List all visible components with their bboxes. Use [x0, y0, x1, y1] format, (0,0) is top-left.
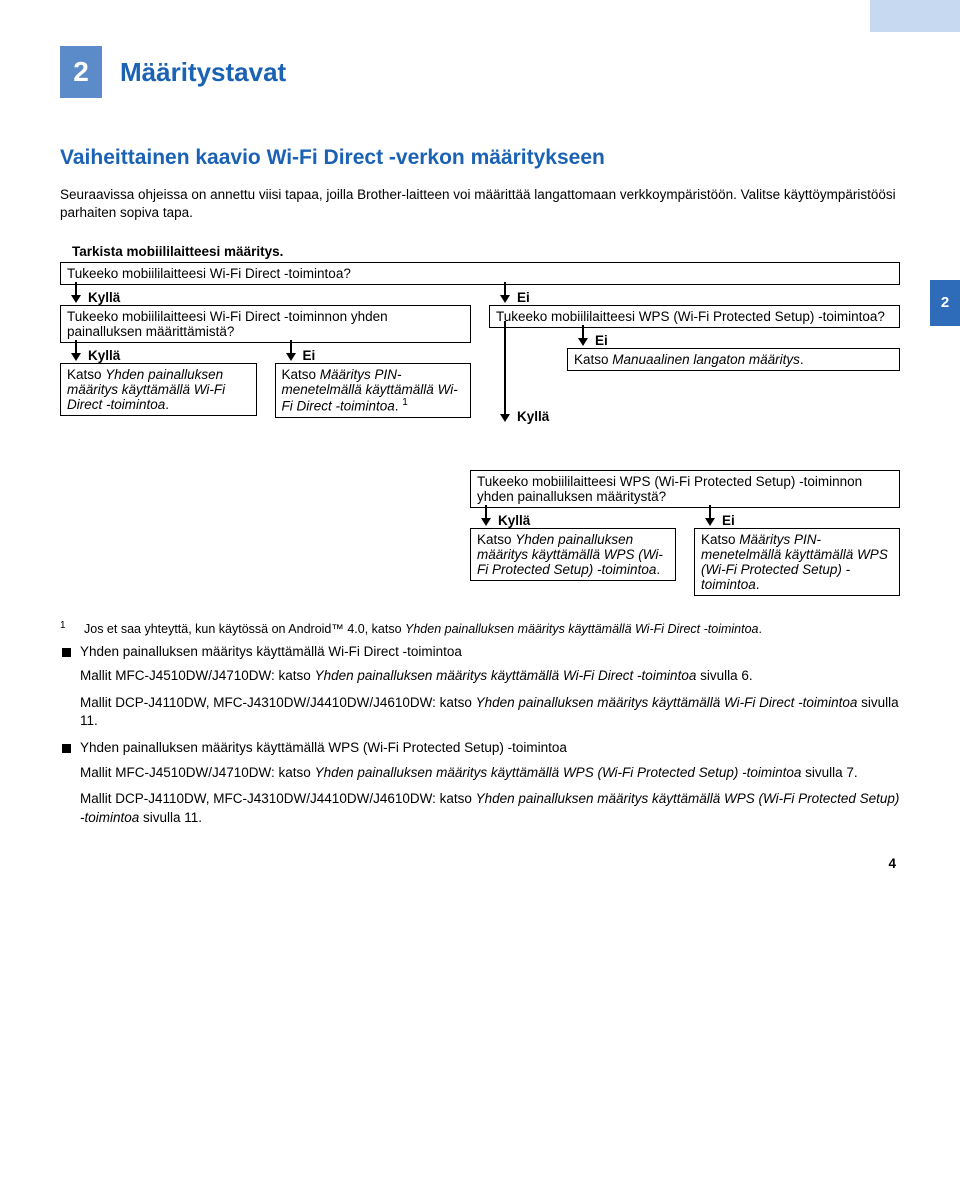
- bullet-2-sub-1: Mallit MFC-J4510DW/J4710DW: katso Yhden …: [60, 764, 900, 783]
- intro-paragraph: Seuraavissa ohjeissa on annettu viisi ta…: [60, 186, 900, 222]
- top-band: [0, 0, 960, 32]
- flow-a5: Katso Määritys PIN-menetelmällä käyttämä…: [694, 528, 900, 596]
- section-title: Vaiheittainen kaavio Wi-Fi Direct -verko…: [60, 146, 900, 170]
- arrow-no: Ei: [708, 508, 900, 528]
- flow-a3: Katso Manuaalinen langaton määritys.: [567, 348, 900, 371]
- bullet-1: Yhden painalluksen määritys käyttämällä …: [60, 643, 900, 662]
- flow-q3: Tukeeko mobiililaitteesi WPS (Wi-Fi Prot…: [489, 305, 900, 328]
- flow-check-label: Tarkista mobiililaitteesi määritys.: [72, 244, 900, 259]
- flow-a4: Katso Yhden painalluksen määritys käyttä…: [470, 528, 676, 581]
- flow-q1: Tukeeko mobiililaitteesi Wi-Fi Direct -t…: [60, 262, 900, 285]
- arrow-yes: Kyllä: [74, 343, 257, 363]
- arrow-no: Ei: [503, 285, 900, 305]
- flowchart: Tarkista mobiililaitteesi määritys. Tuke…: [60, 244, 900, 596]
- arrow-yes: Kyllä: [74, 285, 471, 305]
- chapter-number-badge: 2: [60, 46, 102, 98]
- arrow-no: Ei: [581, 328, 900, 348]
- bullet-list: Yhden painalluksen määritys käyttämällä …: [60, 643, 900, 828]
- flow-lower: Tukeeko mobiililaitteesi WPS (Wi-Fi Prot…: [60, 470, 900, 596]
- chapter-title: Määritystavat: [120, 57, 286, 88]
- arrow-yes-tall: Kyllä: [503, 324, 549, 424]
- bullet-2: Yhden painalluksen määritys käyttämällä …: [60, 739, 900, 758]
- arrow-no: Ei: [289, 343, 472, 363]
- bullet-2-sub-2: Mallit DCP-J4110DW, MFC-J4310DW/J4410DW/…: [60, 790, 900, 827]
- bullet-1-sub-1: Mallit MFC-J4510DW/J4710DW: katso Yhden …: [60, 667, 900, 686]
- page-number: 4: [60, 856, 900, 871]
- bullet-1-sub-2: Mallit DCP-J4110DW, MFC-J4310DW/J4410DW/…: [60, 694, 900, 731]
- footnote-1: 1Jos et saa yhteyttä, kun käytössä on An…: [60, 620, 900, 636]
- flow-a1: Katso Yhden painalluksen määritys käyttä…: [60, 363, 257, 416]
- flow-a2: Katso Määritys PIN-menetelmällä käyttämä…: [275, 363, 472, 418]
- flow-q2: Tukeeko mobiililaitteesi Wi-Fi Direct -t…: [60, 305, 471, 343]
- flow-q4: Tukeeko mobiililaitteesi WPS (Wi-Fi Prot…: [470, 470, 900, 508]
- chapter-header: 2 Määritystavat: [60, 46, 900, 98]
- arrow-yes: Kyllä: [484, 508, 676, 528]
